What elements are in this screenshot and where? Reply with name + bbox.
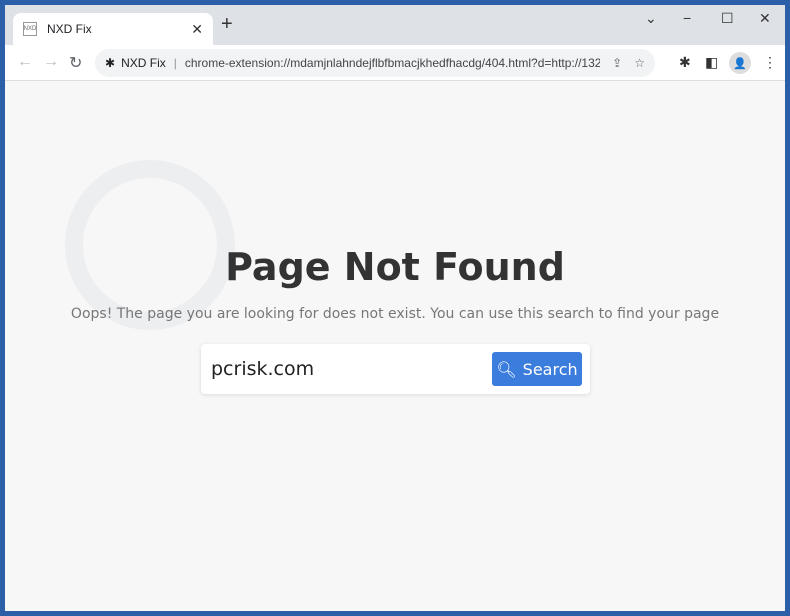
side-panel-icon[interactable]: ◧ [705,54,718,71]
search-box: 🔍︎ Search [201,344,590,394]
reload-icon[interactable]: ↻ [69,53,82,73]
page-title: Page Not Found [225,245,565,289]
search-input[interactable] [211,358,492,380]
close-window-icon[interactable]: ✕ [759,10,771,27]
bookmark-star-icon[interactable]: ☆ [634,56,645,70]
toolbar: ← → ↻ ✱ NXD Fix | chrome-extension://mda… [5,45,785,81]
page-subtitle: Oops! The page you are looking for does … [70,306,720,322]
extensions-icon[interactable]: ✱ [679,54,691,71]
share-icon[interactable]: ⇪ [612,56,622,70]
back-icon[interactable]: ← [17,53,33,71]
maximize-icon[interactable]: ☐ [721,10,734,27]
tab-title: NXD Fix [47,22,92,36]
tab-search-chevron-icon[interactable]: ⌄ [645,10,657,27]
search-button-label: Search [522,359,578,379]
divider: | [173,56,177,70]
close-tab-icon[interactable]: ✕ [191,21,203,38]
url-text[interactable]: chrome-extension://mdamjnlahndejflbfbmac… [185,56,600,70]
search-icon: 🔍︎ [496,359,517,379]
site-label: NXD Fix [121,56,166,70]
minimize-icon[interactable]: − [683,10,691,26]
tab-bar: NXD NXD Fix ✕ + ⌄ − ☐ ✕ [5,5,785,45]
favicon-icon: NXD [23,22,37,36]
browser-window: NXD NXD Fix ✕ + ⌄ − ☐ ✕ ← → ↻ ✱ NXD Fix … [5,5,785,611]
extension-puzzle-icon: ✱ [105,56,116,70]
forward-icon[interactable]: → [43,53,59,71]
address-bar[interactable]: ✱ NXD Fix | chrome-extension://mdamjnlah… [95,49,655,77]
profile-avatar-icon[interactable]: 👤 [729,52,751,74]
search-button[interactable]: 🔍︎ Search [492,352,582,386]
tab-nxd-fix[interactable]: NXD NXD Fix ✕ [13,13,213,45]
menu-kebab-icon[interactable]: ⋮ [763,54,777,71]
new-tab-icon[interactable]: + [221,13,233,36]
